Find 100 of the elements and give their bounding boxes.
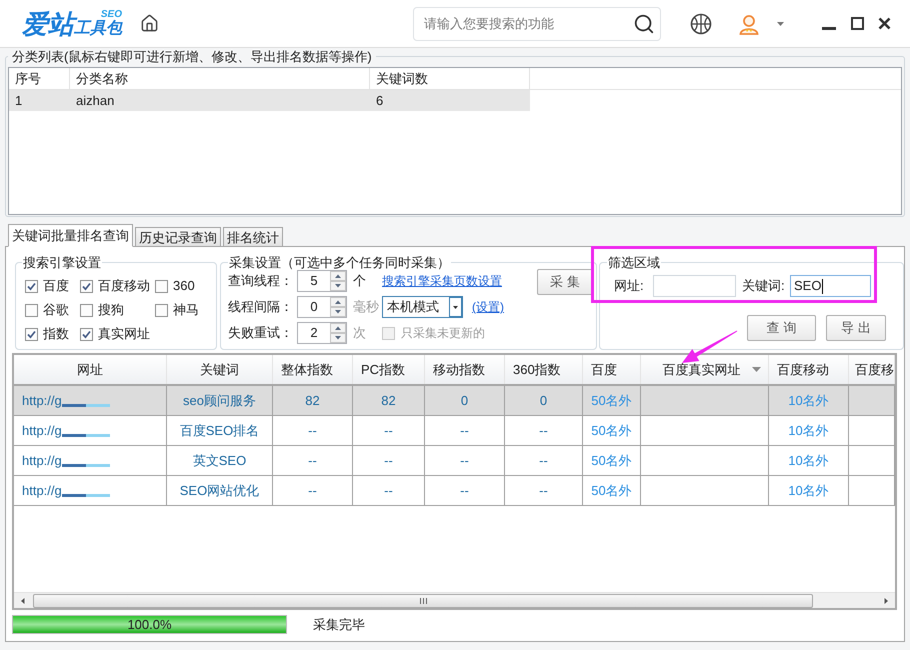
checkbox-label: 谷歌 [43, 301, 69, 320]
table-cell: 50名外 [583, 416, 641, 445]
table-cell: -- [505, 416, 583, 445]
list-cell-text: aizhan [75, 92, 116, 110]
tab[interactable]: 关键词批量排名查询 [8, 224, 133, 247]
url-text[interactable]: http://g [22, 420, 62, 440]
table-cell: -- [353, 476, 425, 505]
redaction-bar-icon [62, 404, 110, 407]
unit-label: 个 [353, 273, 366, 288]
close-icon[interactable] [878, 17, 891, 30]
export-button[interactable]: 导 出 [826, 315, 886, 341]
page-settings-link[interactable]: 搜索引擎采集页数设置 [382, 272, 502, 290]
checkbox[interactable] [155, 304, 168, 316]
table-cell: 10名外 [769, 386, 849, 415]
column-header[interactable]: 整体指数 [273, 355, 353, 384]
column-header[interactable]: 百度真实网址 [641, 355, 769, 384]
field-label: 网址: [614, 277, 645, 296]
checkbox-label: 百度 [43, 277, 69, 296]
search-field[interactable]: 请输入您要搜索的功能 [413, 6, 661, 40]
checkbox[interactable] [25, 280, 38, 292]
table-row[interactable]: http://g 百度SEO排名 -- -- -- -- 50名外 10名外 [14, 416, 895, 446]
input-field[interactable] [653, 275, 736, 297]
table-cell: SEO网站优化 [167, 476, 273, 505]
table-cell: -- [425, 446, 505, 475]
setting-label: 线程间隔： [228, 298, 294, 316]
column-header[interactable]: 关键词数 [370, 68, 530, 89]
checkbox[interactable] [155, 280, 168, 292]
checkbox-label: 神马 [173, 301, 199, 320]
table-cell: -- [505, 446, 583, 475]
checkbox-label: 360 [173, 277, 195, 296]
logo-seo-text: SEO [100, 10, 122, 20]
column-header[interactable]: 百度移动 [769, 355, 849, 384]
mode-dropdown[interactable]: 本机模式 [382, 296, 463, 318]
caret-down-icon[interactable] [449, 297, 462, 317]
checkbox[interactable] [80, 280, 93, 292]
ball-icon[interactable] [690, 12, 712, 34]
table-cell: 10名外 [769, 476, 849, 505]
setting-label: 失败重试： [228, 324, 294, 342]
checkbox[interactable] [25, 328, 38, 340]
tab[interactable]: 排名统计 [223, 227, 283, 247]
column-header[interactable]: 分类名称 [70, 68, 370, 89]
table-cell: seo顾问服务 [167, 386, 273, 415]
spin-arrows-icon[interactable] [330, 297, 346, 317]
table-cell: 百度SEO排名 [167, 416, 273, 445]
url-text[interactable]: http://g [22, 390, 62, 410]
number-spinner[interactable]: 0 [297, 296, 347, 318]
column-header[interactable]: 序号 [9, 68, 70, 89]
dropdown-arrow-icon[interactable] [752, 367, 761, 372]
table-cell: 英文SEO [167, 446, 273, 475]
input-field[interactable]: SEO [790, 275, 871, 297]
table-cell: 50名外 [583, 386, 641, 415]
horizontal-scrollbar[interactable] [14, 592, 895, 608]
table-cell: -- [273, 476, 353, 505]
table-cell: -- [273, 446, 353, 475]
checkbox-label: 真实网址 [98, 325, 150, 344]
table-row[interactable]: http://g seo顾问服务 82 82 0 0 50名外 10名外 [14, 386, 895, 416]
query-button[interactable]: 查 询 [747, 315, 816, 341]
redaction-bar-icon [62, 434, 110, 437]
mode-settings-link[interactable]: (设置) [472, 298, 504, 316]
url-text[interactable]: http://g [22, 450, 62, 470]
group-title: 筛选区域 [607, 255, 661, 270]
table-cell: -- [425, 476, 505, 505]
column-header[interactable]: 移动指数 [425, 355, 505, 384]
table-row[interactable]: http://g SEO网站优化 -- -- -- -- 50名外 10名外 [14, 476, 895, 506]
table-cell: -- [505, 476, 583, 505]
checkbox[interactable] [80, 328, 93, 340]
url-text[interactable]: http://g [22, 480, 62, 500]
checkbox-label: 百度移动 [98, 277, 150, 296]
number-spinner[interactable]: 5 [297, 270, 347, 292]
spin-arrows-icon[interactable] [330, 271, 346, 291]
column-header[interactable]: 网址 [14, 355, 167, 384]
unit-label: 毫秒 [353, 299, 379, 314]
checkbox-label: 只采集未更新的 [401, 325, 485, 342]
checkbox[interactable] [80, 304, 93, 316]
checkbox-label: 指数 [43, 325, 69, 344]
maximize-icon[interactable] [851, 17, 864, 30]
group-title: 搜索引擎设置 [22, 255, 102, 270]
column-header[interactable]: 百度 [583, 355, 641, 384]
table-cell: -- [425, 416, 505, 445]
tab[interactable]: 历史记录查询 [135, 227, 221, 247]
column-header[interactable]: 百度移 [849, 355, 895, 384]
checkbox[interactable] [25, 304, 38, 316]
redaction-bar-icon [62, 464, 110, 467]
spin-arrows-icon[interactable] [330, 323, 346, 343]
column-header[interactable]: 关键词 [167, 355, 273, 384]
redaction-bar-icon [62, 494, 110, 497]
list-row[interactable]: 1 aizhan 6 [9, 90, 530, 111]
list-cell-text: 6 [375, 92, 384, 110]
scrollbar-thumb[interactable] [33, 594, 813, 608]
unit-label: 次 [353, 325, 366, 340]
search-icon[interactable] [633, 12, 655, 34]
table-row[interactable]: http://g 英文SEO -- -- -- -- 50名外 10名外 [14, 446, 895, 476]
column-header[interactable]: 360指数 [505, 355, 583, 384]
home-icon[interactable] [140, 14, 159, 33]
column-header[interactable]: PC指数 [353, 355, 425, 384]
number-spinner[interactable]: 2 [297, 322, 347, 344]
collect-button[interactable]: 采 集 [537, 269, 593, 295]
group-title: 分类列表(鼠标右键即可进行新增、修改、导出排名数据等操作) [11, 49, 373, 64]
progress-label: 100.0% [126, 616, 173, 633]
table-cell: -- [353, 416, 425, 445]
